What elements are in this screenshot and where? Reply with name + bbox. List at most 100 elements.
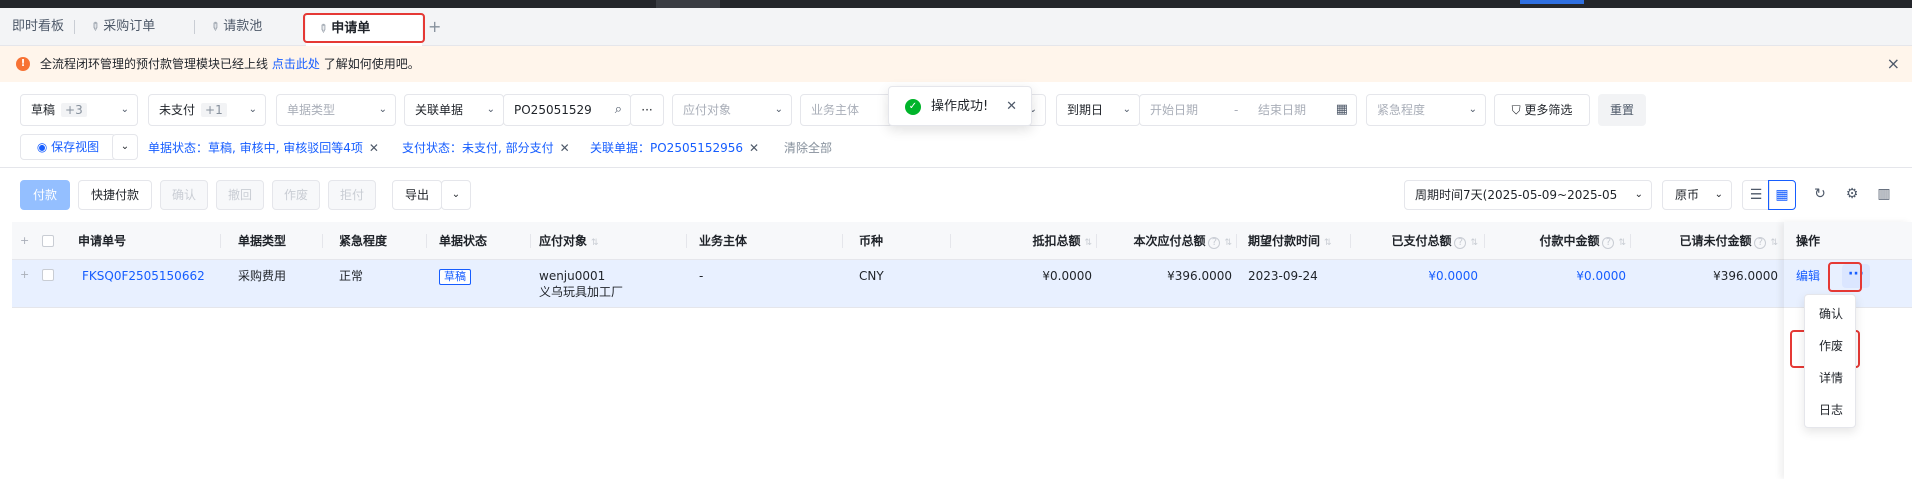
quick-pay-button[interactable]: 快捷付款 [78, 180, 152, 210]
menu-item-log[interactable]: 日志 [1805, 395, 1857, 425]
date-range-picker[interactable]: 开始日期 - 结束日期 ▦ [1139, 94, 1357, 126]
column-header-id: 申请单号 [78, 234, 127, 248]
ellipsis-icon: ··· [641, 103, 653, 117]
related-doc-input[interactable]: PO25051529 ⌕ [503, 94, 631, 126]
help-icon: ? [1602, 237, 1615, 249]
tab-label: 请款池 [223, 19, 263, 34]
withdraw-button[interactable]: 撤回 [216, 180, 264, 210]
column-header-unpaid[interactable]: 已请未付金额? ⇅ [1638, 222, 1778, 260]
search-icon: ⌕ [614, 102, 622, 117]
view-dropdown-button[interactable]: ⌄ [112, 134, 138, 160]
help-icon: ? [1454, 237, 1467, 249]
confirm-button[interactable]: 确认 [160, 180, 208, 210]
column-layout-icon[interactable]: ▥ [1870, 180, 1898, 210]
select-value: 原币 [1675, 188, 1700, 202]
tab-dashboard[interactable]: 即时看板 [12, 8, 64, 46]
grid-view-icon[interactable]: ▦ [1768, 180, 1796, 210]
menu-item-details[interactable]: 详情 [1805, 363, 1857, 393]
chevron-down-icon: ⌄ [120, 141, 130, 152]
select-count: +1 [201, 103, 227, 117]
close-icon[interactable]: ✕ [1006, 87, 1017, 127]
expand-row-icon[interactable]: + [20, 268, 29, 281]
chevron-down-icon: ⌄ [486, 104, 495, 115]
tab-purchase-order[interactable]: ✎采购订单 [87, 8, 156, 46]
void-button[interactable]: 作废 [272, 180, 320, 210]
notice-text: 全流程闭环管理的预付款管理模块已经上线 点击此处 了解如何使用吧。 [40, 46, 420, 82]
action-toolbar: 付款 快捷付款 确认 撤回 作废 拒付 导出 ⌄ 周期时间7天(2025-05-… [0, 168, 1912, 222]
row-checkbox[interactable] [42, 269, 54, 281]
top-bar-segment [656, 0, 720, 8]
chevron-down-icon: ⌄ [451, 189, 461, 200]
cell-paid[interactable]: ¥0.0000 [1358, 268, 1478, 284]
pay-status-select[interactable]: 未支付 +1 ⌄ [148, 94, 266, 126]
tab-bar: 即时看板 ✎采购订单 ✎请款池 ✎申请单 + [0, 8, 1912, 46]
status-badge: 草稿 [439, 269, 471, 285]
notice-prefix: 全流程闭环管理的预付款管理模块已经上线 [40, 57, 269, 71]
funnel-icon: ⛉ [1511, 103, 1521, 117]
doc-type-select[interactable]: 单据类型 ⌄ [276, 94, 396, 126]
reset-button[interactable]: 重置 [1598, 94, 1646, 126]
application-id-link[interactable]: FKSQ0F2505150662 [82, 268, 205, 284]
refresh-icon[interactable]: ↻ [1806, 180, 1834, 210]
clear-all-link[interactable]: 清除全部 [784, 136, 832, 160]
button-label: 更多筛选 [1524, 103, 1573, 117]
column-header-payee[interactable]: 应付对象 ⇅ [539, 222, 599, 260]
table-row[interactable]: + FKSQ0F2505150662 采购费用 正常 草稿 wenju0001 … [12, 260, 1784, 308]
menu-item-confirm[interactable]: 确认 [1805, 299, 1857, 329]
close-icon[interactable]: ✕ [749, 141, 759, 155]
pay-button[interactable]: 付款 [20, 180, 70, 210]
column-header-payable[interactable]: 本次应付总额? ⇅ [1102, 222, 1232, 260]
column-divider [1096, 234, 1097, 248]
add-tab-button[interactable]: + [428, 16, 441, 38]
tab-label: 采购订单 [103, 19, 156, 34]
eye-icon: ◉ [36, 140, 48, 154]
select-value: 草稿 [31, 103, 56, 117]
cell-expected: 2023-09-24 [1248, 269, 1318, 283]
menu-item-void[interactable]: 作废 [1805, 331, 1857, 361]
export-dropdown-button[interactable]: ⌄ [441, 180, 471, 210]
urgency-select[interactable]: 紧急程度 ⌄ [1366, 94, 1486, 126]
close-icon[interactable]: × [1887, 54, 1900, 74]
reject-button[interactable]: 拒付 [328, 180, 376, 210]
select-value: 到期日 [1067, 103, 1104, 117]
gear-icon[interactable]: ⚙ [1838, 180, 1866, 210]
column-header-paying[interactable]: 付款中金额? ⇅ [1502, 222, 1626, 260]
column-header-deduct[interactable]: 抵扣总额 ⇅ [972, 222, 1092, 260]
save-view-button[interactable]: ◉ 保存视图 [20, 134, 116, 160]
edit-link[interactable]: 编辑 [1796, 268, 1820, 284]
column-divider [1236, 234, 1237, 248]
notice-suffix: 了解如何使用吧。 [323, 57, 420, 71]
sort-icon: ⇅ [1470, 238, 1478, 248]
warning-icon: ! [16, 57, 30, 71]
chevron-down-icon: ⌄ [1630, 181, 1643, 209]
tab-request-pool[interactable]: ✎请款池 [207, 8, 263, 46]
select-value: 周期时间7天(2025-05-09~2025-05 [1415, 188, 1618, 202]
column-divider [1484, 234, 1485, 248]
select-count: +3 [61, 103, 87, 117]
more-filters-button[interactable]: ⛉ 更多筛选 [1494, 94, 1590, 126]
currency-select[interactable]: 原币 ⌄ [1662, 180, 1732, 210]
related-doc-type-select[interactable]: 关联单据 ⌄ [404, 94, 504, 126]
due-date-type-select[interactable]: 到期日 ⌄ [1056, 94, 1140, 126]
column-header-paid[interactable]: 已支付总额? ⇅ [1358, 222, 1478, 260]
payee-select[interactable]: 应付对象 ⌄ [672, 94, 792, 126]
select-all-checkbox[interactable] [42, 235, 54, 247]
close-icon[interactable]: ✕ [560, 141, 570, 155]
period-select[interactable]: 周期时间7天(2025-05-09~2025-05 ⌄ [1404, 180, 1652, 210]
filter-chip: 支付状态：未支付, 部分支付 ✕ [402, 136, 570, 160]
chip-label: 单据状态：草稿, 审核中, 审核驳回等4项 [148, 141, 363, 155]
start-date-placeholder: 开始日期 [1150, 103, 1199, 117]
cell-paying[interactable]: ¥0.0000 [1502, 268, 1626, 284]
list-view-icon[interactable]: ☰ [1742, 180, 1770, 210]
calendar-icon: ▦ [1335, 102, 1348, 117]
doc-status-select[interactable]: 草稿 +3 ⌄ [20, 94, 138, 126]
more-options-button[interactable]: ··· [630, 94, 664, 126]
cell-status: 草稿 [439, 268, 471, 285]
notice-link[interactable]: 点击此处 [272, 57, 320, 71]
column-header-expected[interactable]: 期望付款时间 ⇅ [1248, 222, 1332, 260]
cell-deduct: ¥0.0000 [1042, 269, 1092, 283]
close-icon[interactable]: ✕ [369, 141, 379, 155]
expand-all-icon[interactable]: + [20, 234, 29, 247]
export-button[interactable]: 导出 [392, 180, 442, 210]
select-value: 未支付 [159, 103, 196, 117]
